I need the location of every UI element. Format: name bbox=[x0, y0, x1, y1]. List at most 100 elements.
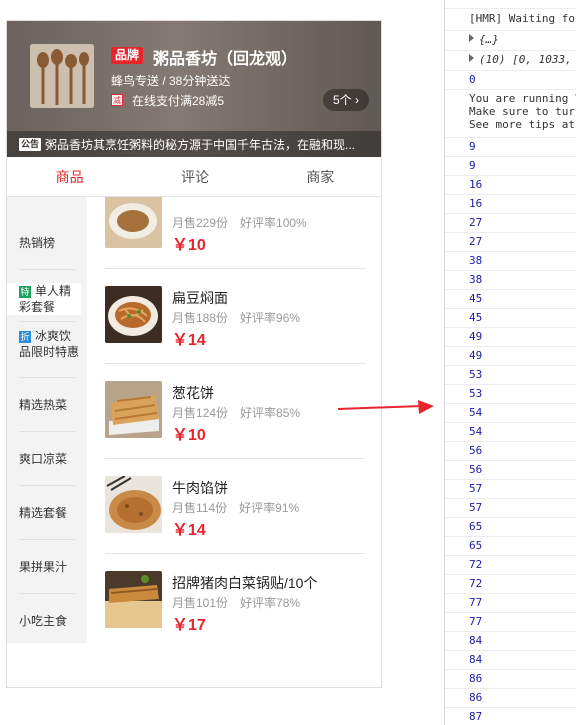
food-name: 牛肉馅饼 bbox=[172, 480, 228, 496]
console-number-row: 27 bbox=[469, 216, 483, 229]
phone-frame: 品牌 粥品香坊（回龙观） 蜂鸟专送 / 38分钟送达 减 在线支付满28减5 5… bbox=[6, 20, 382, 688]
divider bbox=[19, 377, 75, 378]
divider bbox=[19, 431, 75, 432]
noodles-image bbox=[105, 286, 162, 343]
category-label: 精选热菜 bbox=[19, 398, 68, 412]
annotation-arrow-icon bbox=[337, 400, 434, 414]
food-sales: 月售229份 bbox=[172, 216, 229, 230]
console-number-row: 45 bbox=[469, 292, 483, 305]
divider bbox=[445, 555, 576, 556]
promo-count-button[interactable]: 5个 › bbox=[322, 89, 369, 111]
divider bbox=[445, 441, 576, 442]
category-item-cold-dishes[interactable]: 爽口凉菜 bbox=[7, 451, 87, 467]
console-number-row: 65 bbox=[469, 539, 483, 552]
food-item[interactable]: 葱花饼 月售124份 好评率85% ￥10 bbox=[87, 364, 367, 459]
divider bbox=[445, 327, 576, 328]
notice-bar[interactable]: 公告 粥品香坊其烹饪粥料的秘方源于中国千年古法，在融和现... bbox=[7, 131, 381, 157]
divider bbox=[445, 89, 576, 90]
category-item-set-meals[interactable]: 精选套餐 bbox=[7, 505, 87, 521]
tab-seller[interactable]: 商家 bbox=[258, 157, 381, 196]
console-object-line[interactable]: {…} bbox=[445, 33, 576, 46]
console-number-row: 16 bbox=[469, 197, 483, 210]
category-label: 小吃主食 bbox=[19, 614, 68, 628]
food-rating: 好评率91% bbox=[239, 501, 300, 515]
food-sales: 月售114份 bbox=[172, 501, 228, 515]
divider bbox=[445, 137, 576, 138]
divider bbox=[445, 346, 576, 347]
food-meta: 月售114份 好评率91% bbox=[172, 499, 299, 516]
console-number-row: 27 bbox=[469, 235, 483, 248]
category-item-hot-dishes[interactable]: 精选热菜 bbox=[7, 397, 87, 413]
divider bbox=[445, 460, 576, 461]
console-number-row: 45 bbox=[469, 311, 483, 324]
console-number-row: 84 bbox=[469, 634, 483, 647]
tab-ratings[interactable]: 评论 bbox=[132, 157, 257, 196]
food-item[interactable]: 月售229份 好评率100% ￥10 bbox=[87, 197, 367, 269]
divider bbox=[445, 574, 576, 575]
notice-tag: 公告 bbox=[19, 137, 42, 151]
divider bbox=[19, 269, 75, 270]
category-sidebar: 热销榜 特单人精彩套餐 折冰爽饮品限时特惠 精选热菜 爽口凉菜 精选套餐 果拼果… bbox=[7, 197, 87, 643]
divider bbox=[445, 50, 576, 51]
divider bbox=[19, 539, 75, 540]
console-warning-line: See more tips at bbox=[469, 118, 575, 131]
console-number-row: 86 bbox=[469, 691, 483, 704]
divider bbox=[445, 30, 576, 31]
food-sales: 月售188份 bbox=[172, 311, 229, 325]
food-item[interactable]: 招牌猪肉白菜锅贴/10个 月售101份 好评率78% ￥17 bbox=[87, 554, 367, 643]
divider bbox=[19, 321, 75, 322]
promo-row: 减 在线支付满28减5 bbox=[111, 93, 225, 108]
category-item-hot[interactable]: 热销榜 bbox=[7, 235, 87, 251]
console-array: (10) [0, 1033, bbox=[479, 53, 572, 66]
console-number-row: 77 bbox=[469, 615, 483, 628]
food-price: ￥10 bbox=[172, 427, 206, 444]
divider bbox=[445, 156, 576, 157]
promo-text: 在线支付满28减5 bbox=[132, 93, 225, 108]
console-number-row: 9 bbox=[469, 159, 476, 172]
console-number-row: 56 bbox=[469, 463, 483, 476]
console-number-row: 72 bbox=[469, 558, 483, 571]
category-item-snacks[interactable]: 小吃主食 bbox=[7, 613, 87, 629]
food-name: 葱花饼 bbox=[172, 385, 214, 401]
food-name: 扁豆焖面 bbox=[172, 290, 228, 306]
expand-triangle-icon[interactable] bbox=[469, 34, 474, 42]
expand-triangle-icon[interactable] bbox=[469, 54, 474, 62]
food-item[interactable]: 牛肉馅饼 月售114份 好评率91% ￥14 bbox=[87, 459, 367, 554]
console-number-row: 49 bbox=[469, 330, 483, 343]
divider bbox=[445, 517, 576, 518]
console-number-row: 87 bbox=[469, 710, 483, 723]
divider bbox=[445, 422, 576, 423]
category-item-fruit[interactable]: 果拼果汁 bbox=[7, 559, 87, 575]
food-price: ￥10 bbox=[172, 237, 206, 254]
divider bbox=[445, 403, 576, 404]
food-sales: 月售124份 bbox=[172, 406, 229, 420]
console-warning-line: You are running V bbox=[469, 92, 576, 105]
console-number-row: 57 bbox=[469, 482, 483, 495]
console-object: {…} bbox=[479, 33, 499, 46]
console-number-row: 9 bbox=[469, 140, 476, 153]
food-rating: 好评率78% bbox=[240, 596, 301, 610]
brand-badge: 品牌 bbox=[111, 47, 144, 64]
food-meta: 月售188份 好评率96% bbox=[172, 309, 300, 326]
divider bbox=[445, 289, 576, 290]
category-item-single-set[interactable]: 特单人精彩套餐 bbox=[7, 283, 81, 315]
tab-bar: 商品 评论 商家 bbox=[7, 157, 381, 197]
divider bbox=[445, 479, 576, 480]
divider bbox=[445, 593, 576, 594]
food-item[interactable]: 扁豆焖面 月售188份 好评率96% ￥14 bbox=[87, 269, 367, 364]
console-array-line[interactable]: (10) [0, 1033, bbox=[445, 53, 576, 66]
beef-pie-image bbox=[105, 476, 162, 533]
divider bbox=[445, 650, 576, 651]
console-number-row: 16 bbox=[469, 178, 483, 191]
divider bbox=[445, 308, 576, 309]
category-label: 精选套餐 bbox=[19, 506, 68, 520]
console-number-row: 77 bbox=[469, 596, 483, 609]
divider bbox=[19, 593, 75, 594]
tab-goods[interactable]: 商品 bbox=[7, 157, 132, 196]
category-item-drinks[interactable]: 折冰爽饮品限时特惠 bbox=[7, 328, 81, 360]
divider bbox=[445, 8, 576, 9]
food-rating: 好评率100% bbox=[240, 216, 307, 230]
console-warning: You are running V Make sure to turn See … bbox=[445, 92, 576, 131]
divider bbox=[445, 669, 576, 670]
console-number-row: 54 bbox=[469, 425, 483, 438]
